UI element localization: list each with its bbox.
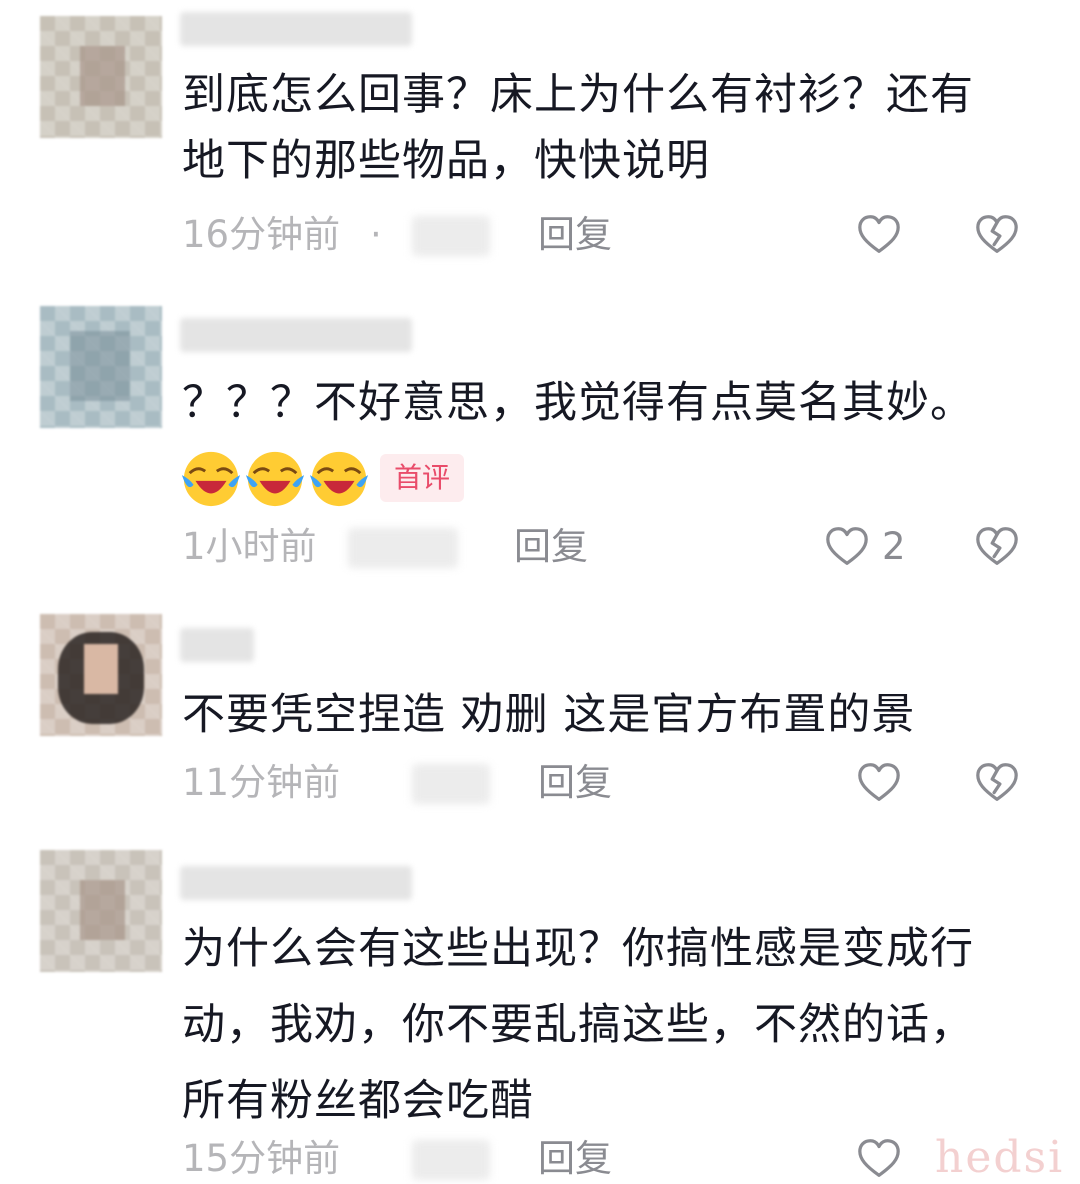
location-blurred [348, 528, 458, 568]
broken-heart-icon[interactable] [974, 760, 1020, 806]
avatar[interactable] [40, 16, 162, 138]
comment-text-line: 为什么会有这些出现？你搞性感是变成行 [182, 924, 974, 974]
location-blurred [412, 1140, 490, 1180]
comment-text: 到底怎么回事？床上为什么有衬衫？还有 地下的那些物品，快快说明 [182, 62, 1012, 194]
reply-button[interactable]: 回复 [514, 522, 588, 572]
comment-text: ？？？不好意思，我觉得有点莫名其妙。 [182, 370, 1012, 436]
comment-text: 不要凭空捏造 劝删 这是官方布置的景 [182, 682, 1012, 748]
username-blurred[interactable] [180, 628, 254, 662]
heart-outline-icon[interactable] [856, 760, 902, 806]
comment-text-line: ？？？不好意思，我觉得有点莫名其妙。 [182, 378, 974, 428]
avatar[interactable] [40, 306, 162, 428]
crying-laughing-emoji [245, 451, 305, 507]
comment-text-line: 动，我劝，你不要乱搞这些，不然的话， [182, 1000, 974, 1050]
comment-time: 1小时前 [182, 525, 317, 568]
crying-laughing-emoji [181, 451, 241, 507]
broken-heart-icon[interactable] [974, 524, 1020, 570]
reply-button[interactable]: 回复 [538, 1134, 612, 1184]
username-blurred[interactable] [180, 318, 412, 352]
heart-outline-icon[interactable] [856, 212, 902, 258]
comment-time: 16分钟前 [182, 213, 341, 256]
location-blurred [412, 764, 490, 804]
comment-text: 为什么会有这些出现？你搞性感是变成行 动，我劝，你不要乱搞这些，不然的话， 所有… [182, 916, 1012, 1134]
comment-meta: 16分钟前 · 回复 [182, 210, 1062, 260]
reply-button[interactable]: 回复 [538, 758, 612, 808]
comment-meta: 11分钟前 回复 [182, 758, 1062, 808]
broken-heart-icon[interactable] [974, 212, 1020, 258]
comment-text-line: 所有粉丝都会吃醋 [182, 1076, 534, 1126]
emoji-row: 首评 [180, 446, 580, 510]
avatar[interactable] [40, 614, 162, 736]
separator-dot: · [370, 213, 382, 256]
comment-text-line: 不要凭空捏造 劝删 这是官方布置的景 [182, 690, 916, 740]
avatar[interactable] [40, 850, 162, 972]
first-comment-badge: 首评 [380, 454, 465, 502]
reply-button[interactable]: 回复 [538, 210, 612, 260]
comment-time: 15分钟前 [182, 1137, 341, 1180]
like-count: 2 [882, 525, 906, 568]
username-blurred[interactable] [180, 12, 412, 46]
comment-meta: 1小时前 回复 2 [182, 522, 1062, 572]
watermark: hedsi [935, 1132, 1065, 1183]
username-blurred[interactable] [180, 866, 412, 900]
comment-text-line: 到底怎么回事？床上为什么有衬衫？还有 [182, 70, 974, 120]
location-blurred [412, 216, 490, 256]
comment-meta: 15分钟前 回复 [182, 1134, 1062, 1184]
heart-outline-icon[interactable] [824, 524, 870, 570]
heart-outline-icon[interactable] [856, 1136, 902, 1182]
comment-text-line: 地下的那些物品，快快说明 [182, 136, 710, 186]
comment-time: 11分钟前 [182, 761, 341, 804]
crying-laughing-emoji [309, 451, 369, 507]
